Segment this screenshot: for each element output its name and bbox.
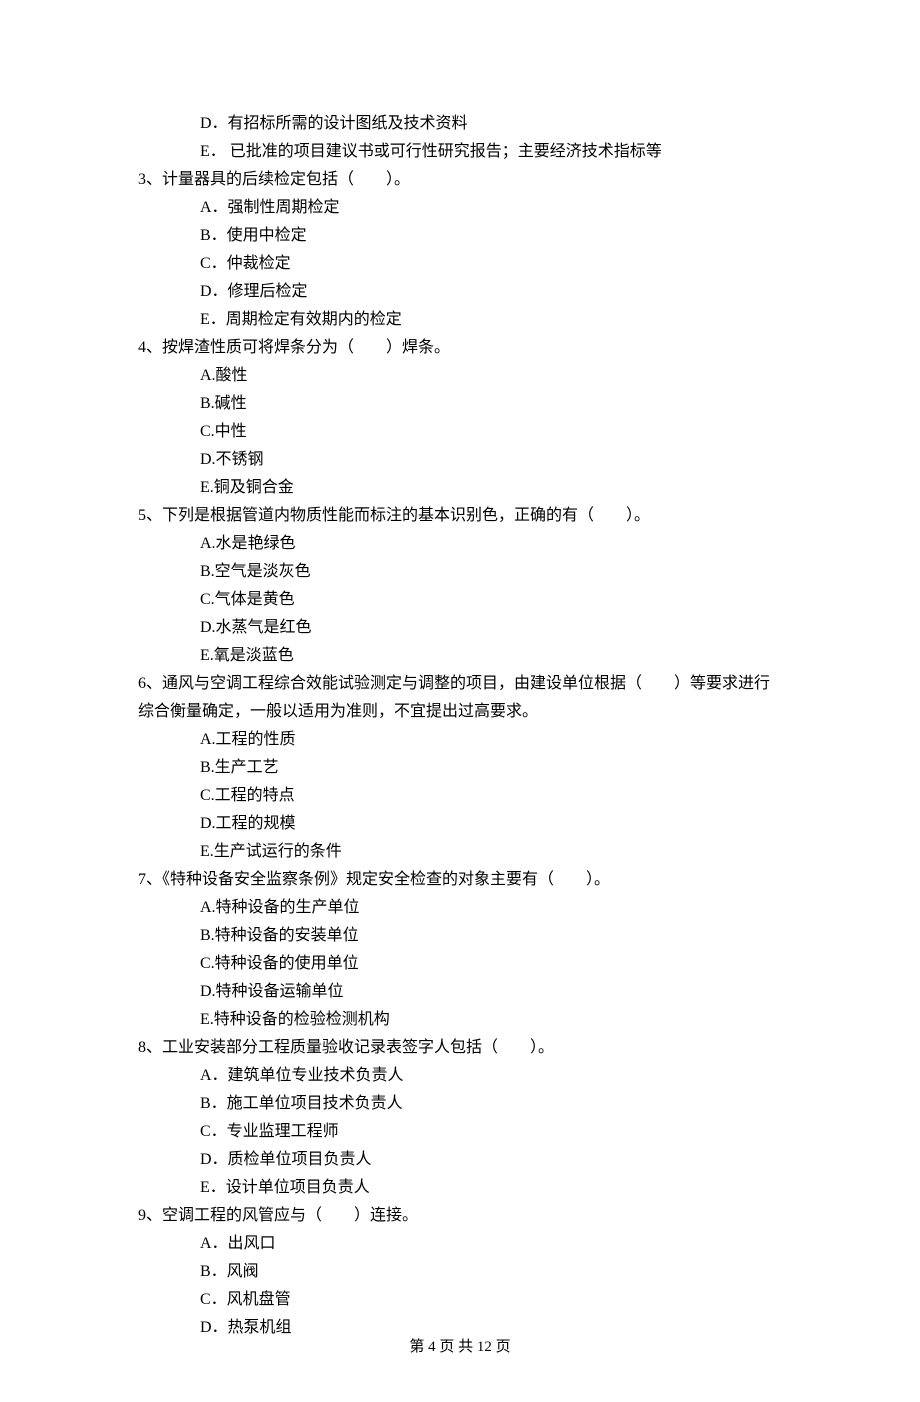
question-4-stem: 4、按焊渣性质可将焊条分为（ ）焊条。: [138, 334, 782, 362]
question-6-option-e: E.生产试运行的条件: [138, 838, 782, 866]
question-8-stem: 8、工业安装部分工程质量验收记录表签字人包括（ ）。: [138, 1034, 782, 1062]
question-5-option-d: D.水蒸气是红色: [138, 614, 782, 642]
prev-option-e: E． 已批准的项目建议书或可行性研究报告；主要经济技术指标等: [138, 138, 782, 166]
question-6-option-c: C.工程的特点: [138, 782, 782, 810]
document-page: D．有招标所需的设计图纸及技术资料 E． 已批准的项目建议书或可行性研究报告；主…: [0, 0, 920, 1402]
question-7-option-b: B.特种设备的安装单位: [138, 922, 782, 950]
question-7-option-a: A.特种设备的生产单位: [138, 894, 782, 922]
question-3-option-a: A．强制性周期检定: [138, 194, 782, 222]
question-5-option-c: C.气体是黄色: [138, 586, 782, 614]
question-7-stem: 7、《特种设备安全监察条例》规定安全检查的对象主要有（ ）。: [138, 866, 782, 894]
question-5-option-a: A.水是艳绿色: [138, 530, 782, 558]
question-4-option-b: B.碱性: [138, 390, 782, 418]
question-8-option-c: C．专业监理工程师: [138, 1118, 782, 1146]
question-3-option-b: B．使用中检定: [138, 222, 782, 250]
question-3-stem: 3、计量器具的后续检定包括（ ）。: [138, 166, 782, 194]
question-8-option-d: D．质检单位项目负责人: [138, 1146, 782, 1174]
question-3-option-c: C．仲裁检定: [138, 250, 782, 278]
question-5-option-b: B.空气是淡灰色: [138, 558, 782, 586]
question-7-option-d: D.特种设备运输单位: [138, 978, 782, 1006]
question-5-stem: 5、下列是根据管道内物质性能而标注的基本识别色，正确的有（ ）。: [138, 502, 782, 530]
question-4-option-e: E.铜及铜合金: [138, 474, 782, 502]
question-4-option-d: D.不锈钢: [138, 446, 782, 474]
question-6-stem: 6、通风与空调工程综合效能试验测定与调整的项目，由建设单位根据（ ）等要求进行: [138, 670, 782, 698]
question-3-option-d: D．修理后检定: [138, 278, 782, 306]
question-6-option-b: B.生产工艺: [138, 754, 782, 782]
page-footer: 第 4 页 共 12 页: [0, 1334, 920, 1360]
question-4-option-c: C.中性: [138, 418, 782, 446]
question-6-option-a: A.工程的性质: [138, 726, 782, 754]
question-5-option-e: E.氧是淡蓝色: [138, 642, 782, 670]
question-9-option-c: C．风机盘管: [138, 1286, 782, 1314]
question-8-option-e: E．设计单位项目负责人: [138, 1174, 782, 1202]
question-9-stem: 9、空调工程的风管应与（ ）连接。: [138, 1202, 782, 1230]
question-4-option-a: A.酸性: [138, 362, 782, 390]
question-3-option-e: E．周期检定有效期内的检定: [138, 306, 782, 334]
question-8-option-b: B．施工单位项目技术负责人: [138, 1090, 782, 1118]
prev-option-d: D．有招标所需的设计图纸及技术资料: [138, 110, 782, 138]
question-6-option-d: D.工程的规模: [138, 810, 782, 838]
question-9-option-a: A．出风口: [138, 1230, 782, 1258]
question-7-option-c: C.特种设备的使用单位: [138, 950, 782, 978]
question-9-option-b: B．风阀: [138, 1258, 782, 1286]
question-6-stem-cont: 综合衡量确定，一般以适用为准则，不宜提出过高要求。: [138, 698, 782, 726]
question-8-option-a: A．建筑单位专业技术负责人: [138, 1062, 782, 1090]
question-7-option-e: E.特种设备的检验检测机构: [138, 1006, 782, 1034]
